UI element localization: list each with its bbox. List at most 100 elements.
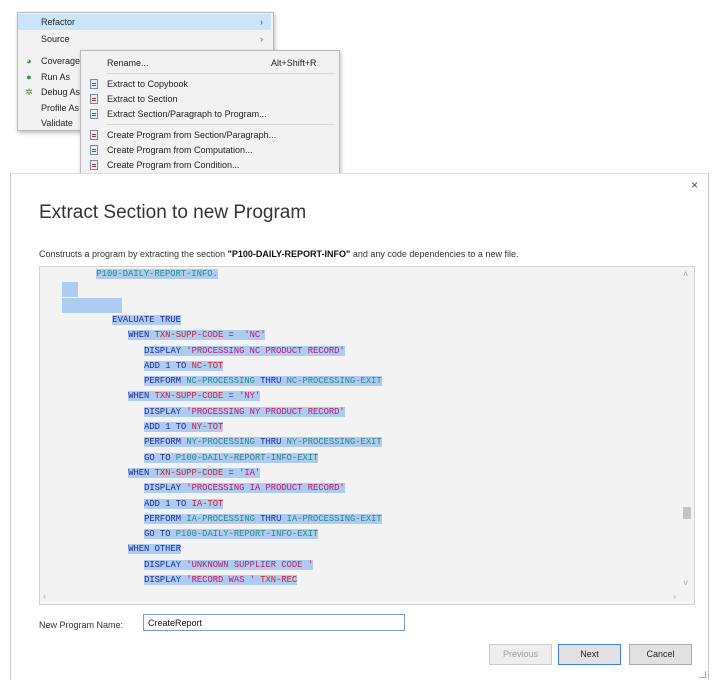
code-line: GO TO P100-DAILY-REPORT-INFO-EXIT [144, 527, 319, 542]
code-line-text [62, 282, 78, 298]
code-preview[interactable]: P100-DAILY-REPORT-INFO. EVALUATE TRUE WHE… [39, 266, 695, 605]
code-token: PERFORM [144, 513, 187, 524]
menu-item-refactor[interactable]: Refactor › [18, 14, 271, 30]
next-button[interactable]: Next [558, 644, 621, 665]
chevron-right-icon: › [260, 34, 263, 44]
code-token: WHEN [128, 391, 155, 402]
code-line: PERFORM IA-PROCESSING THRU IA-PROCESSING… [144, 512, 382, 527]
code-token: 'NY' [239, 391, 261, 402]
code-line-text: WHEN TXN-SUPP-CODE = 'IA' [128, 467, 261, 478]
code-token: 'PROCESSING IA PRODUCT RECORD' [186, 483, 345, 494]
chevron-right-icon: › [260, 17, 263, 27]
refactor-submenu: Rename... Alt+Shift+R Extract to Copyboo… [80, 50, 340, 176]
menu-item-label: Source [41, 34, 70, 44]
code-token: DISPLAY [144, 575, 187, 585]
code-token: WHEN [128, 467, 155, 478]
code-token: IA-PROCESSING-EXIT [286, 513, 382, 524]
code-line [62, 282, 78, 298]
code-line: DISPLAY 'PROCESSING IA PRODUCT RECORD' [144, 481, 345, 496]
debug-icon: ✲ [25, 87, 33, 97]
menu-item-label: Run As [41, 72, 71, 82]
menu-item-source[interactable]: Source › [18, 31, 271, 47]
code-token: NY-TOT [191, 422, 224, 432]
horizontal-scrollbar[interactable]: ‹ › [40, 590, 694, 604]
code-token: NC-PROCESSING [186, 376, 255, 387]
scroll-thumb[interactable] [683, 507, 691, 519]
menu-item-create-from-section[interactable]: Create Program from Section/Paragraph... [81, 127, 337, 143]
menu-item-label: Extract Section/Paragraph to Program... [107, 109, 267, 119]
code-token: NC-TOT [191, 360, 224, 371]
menu-item-profile-as[interactable]: Profile As [18, 100, 80, 116]
scroll-down-icon[interactable]: ˅ [683, 578, 688, 588]
menu-item-extract-section-paragraph[interactable]: Extract Section/Paragraph to Program... [81, 106, 337, 122]
menu-item-extract-copybook[interactable]: Extract to Copybook [81, 76, 337, 92]
run-icon: ● [26, 72, 32, 82]
code-line: DISPLAY 'PROCESSING NC PRODUCT RECORD' [144, 344, 345, 359]
code-token: 'RECORD WAS ' [186, 575, 261, 585]
previous-button[interactable]: Previous [489, 644, 552, 665]
code-line: DISPLAY 'UNKNOWN SUPPLIER CODE ' [144, 558, 314, 573]
menu-separator [107, 124, 335, 125]
menu-item-extract-section[interactable]: Extract to Section [81, 91, 337, 107]
cancel-button[interactable]: Cancel [629, 644, 692, 665]
document-icon [89, 109, 99, 119]
vertical-scrollbar[interactable]: ˄ ˅ [680, 267, 694, 590]
code-line-text: PERFORM NY-PROCESSING THRU NY-PROCESSING… [144, 437, 382, 448]
scroll-right-icon[interactable]: › [673, 591, 676, 601]
menu-item-rename[interactable]: Rename... Alt+Shift+R [81, 55, 337, 71]
code-token: THRU [254, 376, 287, 387]
extract-section-dialog: × Extract Section to new Program Constru… [10, 173, 709, 680]
code-line-text: EVALUATE TRUE [112, 314, 181, 325]
code-line: WHEN TXN-SUPP-CODE = 'NC' [128, 328, 266, 343]
menu-item-shortcut: Alt+Shift+R [271, 58, 317, 68]
code-line: ADD 1 TO NC-TOT [144, 359, 224, 374]
code-token: 'IA' [239, 467, 261, 478]
menu-item-coverage[interactable]: ◕ Coverage... [18, 53, 87, 69]
code-line: EVALUATE TRUE [112, 313, 181, 328]
code-token: ADD 1 TO [144, 498, 192, 509]
code-token: EVALUATE TRUE [112, 314, 181, 325]
code-token: NC-PROCESSING-EXIT [286, 376, 382, 387]
menu-item-create-from-condition[interactable]: Create Program from Condition... [81, 157, 337, 173]
scroll-up-icon[interactable]: ˄ [683, 269, 688, 279]
code-line-text: WHEN OTHER [128, 544, 181, 555]
code-token: GO TO [144, 529, 176, 540]
code-token: = [223, 330, 245, 341]
code-token: PERFORM [144, 437, 187, 448]
code-token: DISPLAY [144, 406, 187, 417]
code-token: P100-DAILY-REPORT-INFO-EXIT [175, 452, 319, 463]
menu-item-debug-as[interactable]: ✲ Debug As [18, 84, 80, 100]
code-token: WHEN OTHER [128, 544, 181, 555]
code-line-text: WHEN TXN-SUPP-CODE = 'NC' [128, 330, 266, 341]
code-token: NY-PROCESSING-EXIT [286, 437, 382, 448]
resize-grip[interactable] [699, 671, 706, 678]
code-token: 'PROCESSING NY PRODUCT RECORD' [186, 406, 345, 417]
menu-item-label: Rename... [107, 58, 149, 68]
coverage-icon: ◕ [26, 56, 32, 66]
code-token: ADD 1 TO [144, 360, 192, 371]
menu-item-run-as[interactable]: ● Run As [18, 69, 80, 85]
scroll-left-icon[interactable]: ‹ [43, 591, 46, 601]
menu-item-label: Create Program from Section/Paragraph... [107, 130, 277, 140]
menu-item-create-from-computation[interactable]: Create Program from Computation... [81, 142, 337, 158]
code-line-text: GO TO P100-DAILY-REPORT-INFO-EXIT [144, 529, 319, 540]
new-program-name-input[interactable] [143, 614, 405, 631]
code-token: DISPLAY [144, 483, 187, 494]
code-token: THRU [254, 437, 287, 448]
menu-item-validate[interactable]: Validate [18, 115, 80, 131]
code-token: DISPLAY [144, 345, 187, 356]
menu-item-label: Refactor [41, 17, 76, 27]
menu-item-label: Profile As [41, 103, 80, 113]
code-line-text: DISPLAY 'RECORD WAS ' TXN-REC [144, 575, 298, 585]
description-prefix: Constructs a program by extracting the s… [39, 249, 228, 259]
code-line: DISPLAY 'PROCESSING NY PRODUCT RECORD' [144, 405, 345, 420]
close-icon[interactable]: × [691, 178, 698, 192]
code-token: WHEN [128, 330, 155, 341]
code-token: P100-DAILY-REPORT-INFO. [96, 269, 218, 279]
code-line-text: PERFORM NC-PROCESSING THRU NC-PROCESSING… [144, 376, 382, 387]
code-line: ADD 1 TO IA-TOT [144, 497, 224, 512]
menu-item-label: Extract to Copybook [107, 79, 189, 89]
code-line: PERFORM NY-PROCESSING THRU NY-PROCESSING… [144, 435, 382, 450]
code-token: = [223, 391, 240, 402]
menu-item-label: Debug As [41, 87, 81, 97]
